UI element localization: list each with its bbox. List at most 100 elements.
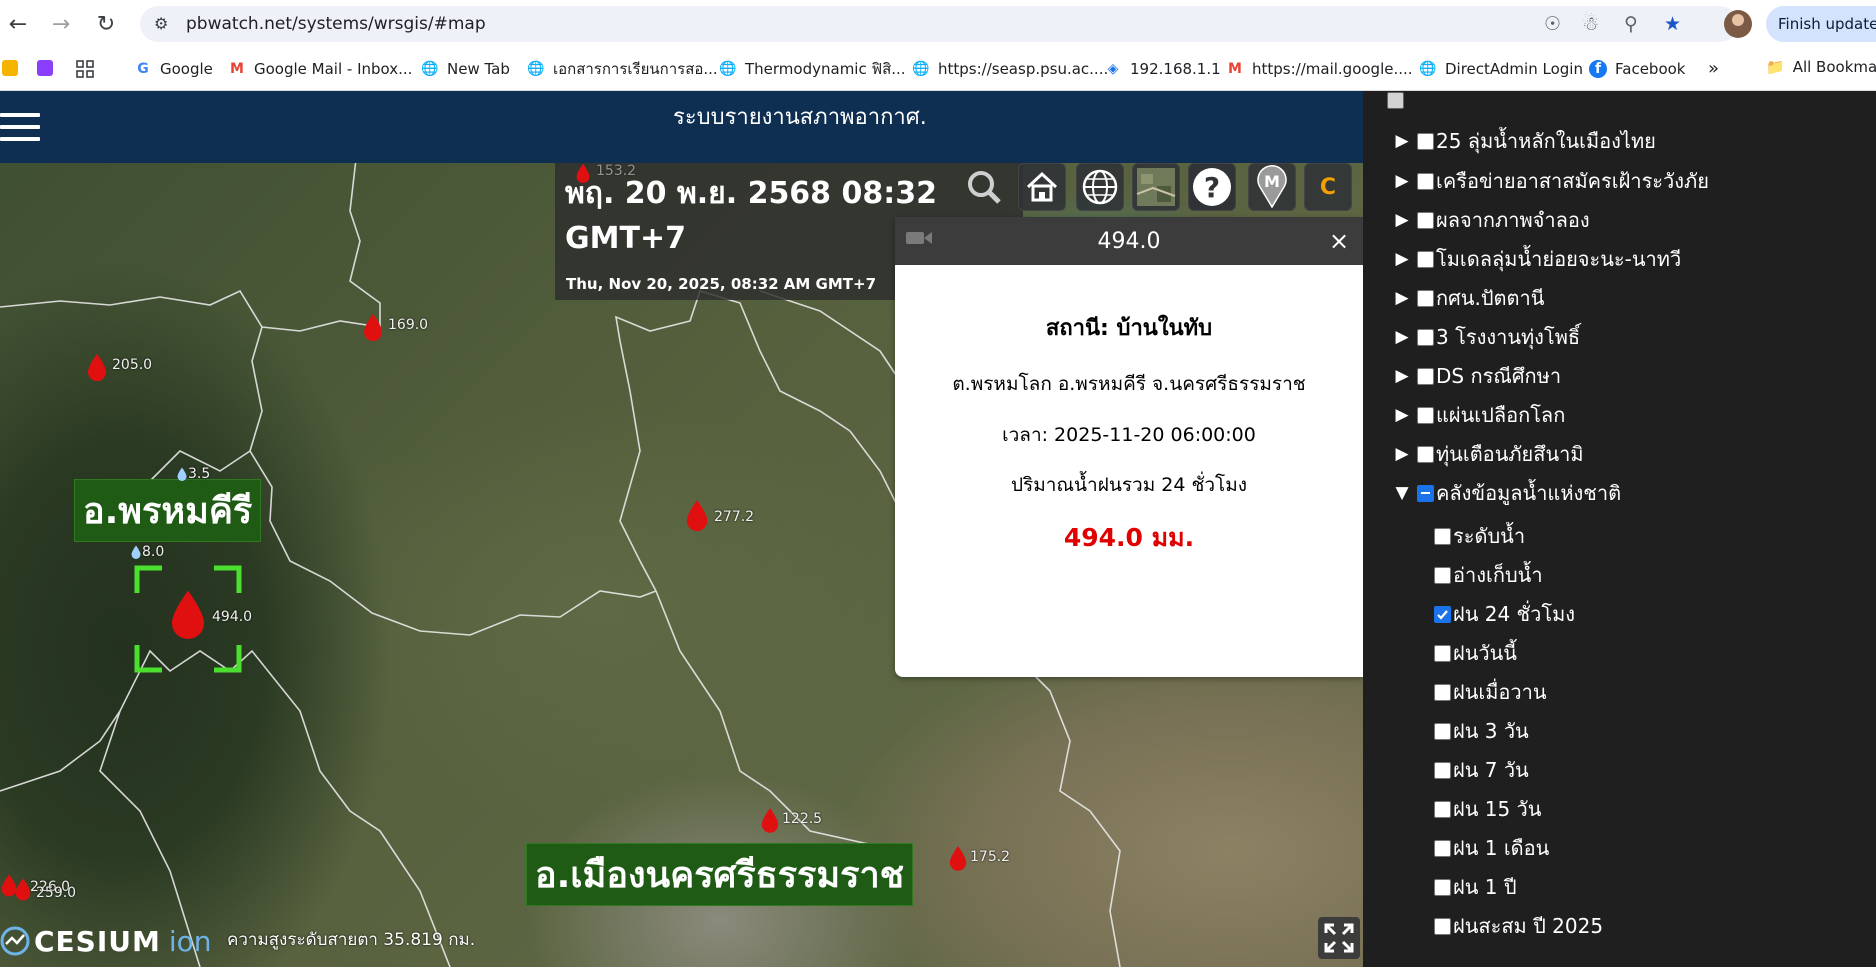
help-button[interactable]: ? <box>1188 163 1236 211</box>
expand-arrow-icon[interactable]: ▶ <box>1387 249 1417 269</box>
layer-nfe-pattani[interactable]: ▶ กศน.ปัตตานี <box>1387 281 1544 315</box>
layer-checkbox[interactable] <box>1417 367 1434 385</box>
layer-national-water-archive[interactable]: ▼ คลังข้อมูลน้ำแห่งชาติ <box>1387 476 1621 510</box>
location-pin-icon[interactable]: ☉ <box>1544 13 1561 35</box>
search-button[interactable] <box>960 163 1008 211</box>
rain-drop-icon[interactable] <box>574 163 592 183</box>
layer-checkbox[interactable] <box>1434 644 1451 662</box>
expand-arrow-icon[interactable]: ▶ <box>1387 444 1417 464</box>
expand-arrow-icon[interactable]: ▶ <box>1387 288 1417 308</box>
water-drop-icon[interactable] <box>130 545 142 559</box>
layer-factories[interactable]: ▶ 3 โรงงานทุ่งโพธิ์ <box>1387 320 1580 354</box>
sublayer-rain-15-days[interactable]: ฝน 15 วัน <box>1434 792 1541 826</box>
layer-checkbox[interactable] <box>1434 917 1451 935</box>
layer-tectonic-plates[interactable]: ▶ แผ่นเปลือกโลก <box>1387 398 1565 432</box>
layer-checkbox[interactable] <box>1434 839 1451 857</box>
bookmark-thermodynamic[interactable]: 🌐 Thermodynamic ฟิสิ... <box>719 58 905 80</box>
layer-checkbox[interactable] <box>1417 250 1434 268</box>
bookmark-gmail[interactable]: M Google Mail - Inbox... <box>228 58 412 80</box>
layer-sub-basin-model[interactable]: ▶ โมเดลลุ่มน้ำย่อยจะนะ-นาทวี <box>1387 242 1681 276</box>
sublayer-rain-today[interactable]: ฝนวันนี้ <box>1434 636 1517 670</box>
home-button[interactable] <box>1018 163 1066 211</box>
expand-arrow-icon[interactable]: ▶ <box>1387 405 1417 425</box>
marker-button[interactable]: M <box>1248 163 1296 211</box>
layer-checkbox[interactable] <box>1417 172 1434 190</box>
back-arrow-icon[interactable]: ← <box>4 10 32 38</box>
layer-checkbox[interactable] <box>1417 289 1434 307</box>
bookmark-mail-google[interactable]: M https://mail.google.... <box>1226 58 1413 80</box>
collapse-arrow-icon[interactable]: ▼ <box>1387 483 1417 503</box>
sublayer-rain-accumulated-2025[interactable]: ฝนสะสม ปี 2025 <box>1434 909 1603 943</box>
layer-checkbox[interactable] <box>1434 566 1451 584</box>
bookmark-star-icon[interactable]: ★ <box>1664 13 1681 35</box>
layer-checkbox[interactable] <box>1434 722 1451 740</box>
water-drop-icon[interactable] <box>176 467 188 481</box>
layer-checkbox[interactable] <box>1434 761 1451 779</box>
sublayer-rain-yesterday[interactable]: ฝนเมื่อวาน <box>1434 675 1547 709</box>
rain-drop-icon[interactable] <box>948 845 968 871</box>
expand-arrow-icon[interactable]: ▶ <box>1387 210 1417 230</box>
layer-checkbox[interactable] <box>1417 132 1434 150</box>
rain-drop-icon[interactable] <box>362 313 384 341</box>
layer-simulation-results[interactable]: ▶ ผลจากภาพจำลอง <box>1387 203 1589 237</box>
layer-checkbox[interactable] <box>1417 406 1434 424</box>
profile-avatar[interactable] <box>1724 10 1752 38</box>
layer-volunteer-network[interactable]: ▶ เครือข่ายอาสาสมัครเฝ้าระวังภัย <box>1387 164 1709 198</box>
zoom-icon[interactable]: ⚲ <box>1624 13 1638 35</box>
layer-checkbox-checked[interactable] <box>1434 605 1451 623</box>
bookmark-router[interactable]: ◈ 192.168.1.1 <box>1104 58 1221 80</box>
sublayer-rain-1-month[interactable]: ฝน 1 เดือน <box>1434 831 1549 865</box>
bookmark-directadmin[interactable]: 🌐 DirectAdmin Login <box>1419 58 1583 80</box>
expand-arrow-icon[interactable]: ▶ <box>1387 171 1417 191</box>
apps-grid-icon[interactable] <box>76 60 94 78</box>
forward-arrow-icon[interactable]: → <box>47 10 75 38</box>
sublayer-rain-1-year[interactable]: ฝน 1 ปี <box>1434 870 1517 904</box>
layer-checkbox[interactable] <box>1434 527 1451 545</box>
cesium-logo[interactable]: CESIUM ion <box>0 921 212 961</box>
layer-river-basins[interactable]: ▶ 25 ลุ่มน้ำหลักในเมืองไทย <box>1387 124 1655 158</box>
scene-mode-button[interactable] <box>1076 163 1124 211</box>
base-layer-picker-button[interactable] <box>1132 163 1180 211</box>
reload-icon[interactable]: ↻ <box>92 10 120 38</box>
layer-checkbox[interactable] <box>1434 800 1451 818</box>
sublayer-rain-24h[interactable]: ฝน 24 ชั่วโมง <box>1434 597 1575 631</box>
site-info-icon[interactable]: ⚙ <box>154 14 168 33</box>
expand-arrow-icon[interactable]: ▶ <box>1387 131 1417 151</box>
c-button[interactable]: C <box>1304 163 1352 211</box>
address-bar[interactable]: ⚙ pbwatch.net/systems/wrsgis/#map ☉ ☃ ⚲ … <box>140 6 1738 42</box>
more-bookmarks-button[interactable]: » <box>1708 58 1719 79</box>
sublayer-reservoir[interactable]: อ่างเก็บน้ำ <box>1434 558 1543 592</box>
fullscreen-button[interactable] <box>1318 917 1360 959</box>
rain-drop-icon[interactable] <box>168 589 208 639</box>
layer-ds-case-study[interactable]: ▶ DS กรณีศึกษา <box>1387 359 1561 393</box>
rain-drop-icon[interactable] <box>684 499 710 531</box>
layer-checkbox[interactable] <box>1417 328 1434 346</box>
layer-checkbox-indeterminate[interactable] <box>1417 484 1434 502</box>
layer-checkbox[interactable] <box>1417 445 1434 463</box>
app-shortcut-icon[interactable] <box>2 60 18 76</box>
sublayer-rain-3-days[interactable]: ฝน 3 วัน <box>1434 714 1529 748</box>
close-icon[interactable]: × <box>1329 227 1349 255</box>
url-text[interactable]: pbwatch.net/systems/wrsgis/#map <box>186 14 486 34</box>
cesium-map[interactable]: ระบบรายงานสภาพอากาศ. พฤ. 20 พ.ย. 2568 08… <box>0 91 1363 967</box>
bookmark-google[interactable]: G Google <box>134 58 213 80</box>
layer-checkbox[interactable] <box>1434 878 1451 896</box>
layer-tsunami-buoys[interactable]: ▶ ทุ่นเตือนภัยสึนามิ <box>1387 437 1583 471</box>
app-shortcut-icon[interactable] <box>37 60 53 76</box>
layer-checkbox[interactable] <box>1434 683 1451 701</box>
layer-checkbox[interactable] <box>1387 91 1404 109</box>
expand-arrow-icon[interactable]: ▶ <box>1387 327 1417 347</box>
expand-arrow-icon[interactable]: ▶ <box>1387 366 1417 386</box>
sublayer-rain-7-days[interactable]: ฝน 7 วัน <box>1434 753 1529 787</box>
all-bookmarks-folder[interactable]: 📁 All Bookmarks <box>1766 58 1876 76</box>
bookmark-new-tab[interactable]: 🌐 New Tab <box>421 58 510 80</box>
layer-checkbox[interactable] <box>1417 211 1434 229</box>
finish-update-button[interactable]: Finish update <box>1766 6 1876 42</box>
translate-icon[interactable]: ☃ <box>1582 13 1599 35</box>
hamburger-menu-icon[interactable] <box>0 113 40 143</box>
rain-drop-icon[interactable] <box>760 807 780 833</box>
sublayer-water-level[interactable]: ระดับน้ำ <box>1434 519 1525 553</box>
bookmark-documents[interactable]: 🌐 เอกสารการเรียนการสอ... <box>527 58 717 80</box>
bookmark-facebook[interactable]: f Facebook <box>1589 58 1685 80</box>
bookmark-seasp[interactable]: 🌐 https://seasp.psu.ac.... <box>912 58 1108 80</box>
